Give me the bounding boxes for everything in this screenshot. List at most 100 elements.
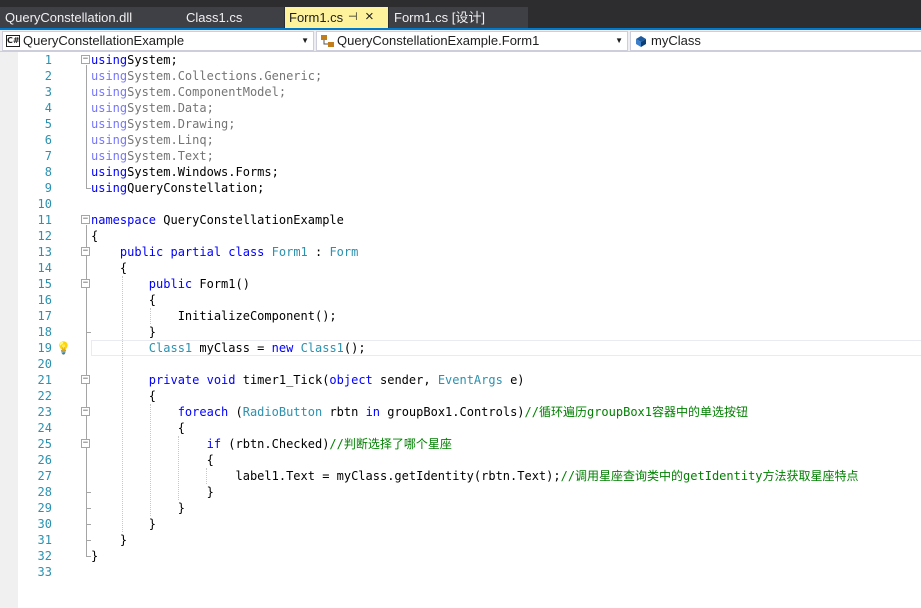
code-line[interactable]: 29 } bbox=[0, 500, 921, 516]
code-line[interactable]: 14 { bbox=[0, 260, 921, 276]
code-line[interactable]: 5 usingSystem.Drawing; bbox=[0, 116, 921, 132]
code-line[interactable]: 32} bbox=[0, 548, 921, 564]
code-line[interactable]: 16 { bbox=[0, 292, 921, 308]
code-token: InitializeComponent(); bbox=[91, 309, 337, 323]
code-line[interactable]: 4 usingSystem.Data; bbox=[0, 100, 921, 116]
code-line[interactable]: 31 } bbox=[0, 532, 921, 548]
code-line[interactable]: 13 − public partial class Form1 : Form bbox=[0, 244, 921, 260]
collapse-icon[interactable]: − bbox=[81, 55, 90, 64]
code-line[interactable]: 7 usingSystem.Text; bbox=[0, 148, 921, 164]
code-text: Class1 myClass = new Class1(); bbox=[91, 340, 366, 356]
line-number: 27 bbox=[37, 469, 52, 483]
code-token: (); bbox=[343, 341, 366, 355]
code-line[interactable]: 23 − foreach (RadioButton rbtn in groupBo… bbox=[0, 404, 921, 420]
code-line[interactable]: 33 bbox=[0, 564, 921, 580]
type-dropdown-value: QueryConstellationExample.Form1 bbox=[337, 33, 540, 48]
code-text: usingSystem.Data; bbox=[91, 100, 214, 116]
close-icon[interactable]: × bbox=[365, 7, 374, 27]
code-token: { bbox=[91, 421, 185, 435]
collapse-icon[interactable]: − bbox=[81, 375, 90, 384]
line-number: 17 bbox=[37, 309, 52, 323]
code-line[interactable]: 6 usingSystem.Linq; bbox=[0, 132, 921, 148]
code-token: System.ComponentModel; bbox=[127, 85, 287, 99]
code-token: sender, bbox=[372, 373, 438, 387]
code-token: System; bbox=[127, 53, 178, 67]
code-line[interactable]: 9 usingQueryConstellation; bbox=[0, 180, 921, 196]
code-token: System.Collections.Generic; bbox=[127, 69, 323, 83]
line-number: 5 bbox=[44, 117, 52, 131]
code-text: } bbox=[91, 324, 156, 340]
code-line[interactable]: 19 Class1 myClass = new Class1(); bbox=[0, 340, 921, 356]
line-number: 24 bbox=[37, 421, 52, 435]
code-line[interactable]: 10 bbox=[0, 196, 921, 212]
pin-icon[interactable]: ⊣ bbox=[348, 7, 358, 28]
class-icon bbox=[320, 34, 335, 50]
code-line[interactable]: 2 usingSystem.Collections.Generic; bbox=[0, 68, 921, 84]
document-tab-strip: QueryConstellation.dll Class1.cs Form1.c… bbox=[0, 0, 921, 30]
code-line[interactable]: 1 − usingSystem; bbox=[0, 52, 921, 68]
line-number: 29 bbox=[37, 501, 52, 515]
code-line[interactable]: 30 } bbox=[0, 516, 921, 532]
line-number: 19 bbox=[37, 341, 52, 355]
code-line[interactable]: 17 InitializeComponent(); bbox=[0, 308, 921, 324]
code-token: } bbox=[91, 533, 128, 547]
collapse-icon[interactable]: − bbox=[81, 279, 90, 288]
tab-querycostellation-dll[interactable]: QueryConstellation.dll bbox=[0, 7, 181, 28]
code-text: public Form1() bbox=[91, 276, 250, 292]
code-line[interactable]: 18 } bbox=[0, 324, 921, 340]
line-number: 26 bbox=[37, 453, 52, 467]
collapse-icon[interactable]: − bbox=[81, 407, 90, 416]
code-editor[interactable]: 💡 1− usingSystem; 2 usingSystem.Collections… bbox=[0, 52, 921, 608]
code-token: //调用星座查询类中的getIdentity方法获取星座特点 bbox=[560, 469, 859, 483]
line-number: 15 bbox=[37, 277, 52, 291]
code-token: RadioButton bbox=[242, 405, 323, 419]
code-token: System.Linq; bbox=[127, 133, 214, 147]
code-text: usingSystem.Linq; bbox=[91, 132, 214, 148]
project-dropdown[interactable]: C# QueryConstellationExample ▼ bbox=[2, 31, 314, 51]
code-line[interactable]: 26 { bbox=[0, 452, 921, 468]
code-token: ( bbox=[228, 405, 243, 419]
code-line[interactable]: 3 usingSystem.ComponentModel; bbox=[0, 84, 921, 100]
code-token: rbtn bbox=[322, 405, 366, 419]
code-line[interactable]: 24 { bbox=[0, 420, 921, 436]
collapse-icon[interactable]: − bbox=[81, 439, 90, 448]
code-token: using bbox=[91, 117, 128, 131]
code-text: } bbox=[91, 500, 185, 516]
tab-form1-designer[interactable]: Form1.cs [设计] bbox=[389, 7, 528, 28]
tab-class1-cs[interactable]: Class1.cs bbox=[181, 7, 284, 28]
code-text: InitializeComponent(); bbox=[91, 308, 337, 324]
code-token: label1.Text = myClass.getIdentity(rbtn.T… bbox=[91, 469, 561, 483]
line-number: 3 bbox=[44, 85, 52, 99]
code-line[interactable]: 25 − if (rbtn.Checked)//判断选择了哪个星座 bbox=[0, 436, 921, 452]
code-line[interactable]: 11 − namespace QueryConstellationExample bbox=[0, 212, 921, 228]
collapse-icon[interactable]: − bbox=[81, 247, 90, 256]
code-line[interactable]: 20 bbox=[0, 356, 921, 372]
code-token: } bbox=[91, 325, 157, 339]
code-line[interactable]: 28 } bbox=[0, 484, 921, 500]
code-text: { bbox=[91, 452, 214, 468]
code-line[interactable]: 15 − public Form1() bbox=[0, 276, 921, 292]
code-line[interactable]: 27 label1.Text = myClass.getIdentity(rbt… bbox=[0, 468, 921, 484]
code-token: QueryConstellationExample bbox=[156, 213, 344, 227]
code-line[interactable]: 12 { bbox=[0, 228, 921, 244]
code-token: Form1() bbox=[192, 277, 250, 291]
code-line[interactable]: 21 − private void timer1_Tick(object send… bbox=[0, 372, 921, 388]
code-token: } bbox=[91, 517, 157, 531]
tab-form1-cs[interactable]: Form1.cs ⊣ × bbox=[285, 7, 388, 28]
code-text: { bbox=[91, 420, 185, 436]
code-token: (rbtn.Checked) bbox=[221, 437, 330, 451]
collapse-icon[interactable]: − bbox=[81, 215, 90, 224]
code-token: QueryConstellation; bbox=[127, 181, 265, 195]
type-dropdown[interactable]: QueryConstellationExample.Form1 ▼ bbox=[316, 31, 628, 51]
line-number: 4 bbox=[44, 101, 52, 115]
code-token: using bbox=[91, 165, 128, 179]
member-dropdown[interactable]: myClass bbox=[630, 31, 921, 51]
code-token: { bbox=[91, 453, 214, 467]
line-number: 18 bbox=[37, 325, 52, 339]
code-line[interactable]: 8 usingSystem.Windows.Forms; bbox=[0, 164, 921, 180]
code-line[interactable]: 22 { bbox=[0, 388, 921, 404]
